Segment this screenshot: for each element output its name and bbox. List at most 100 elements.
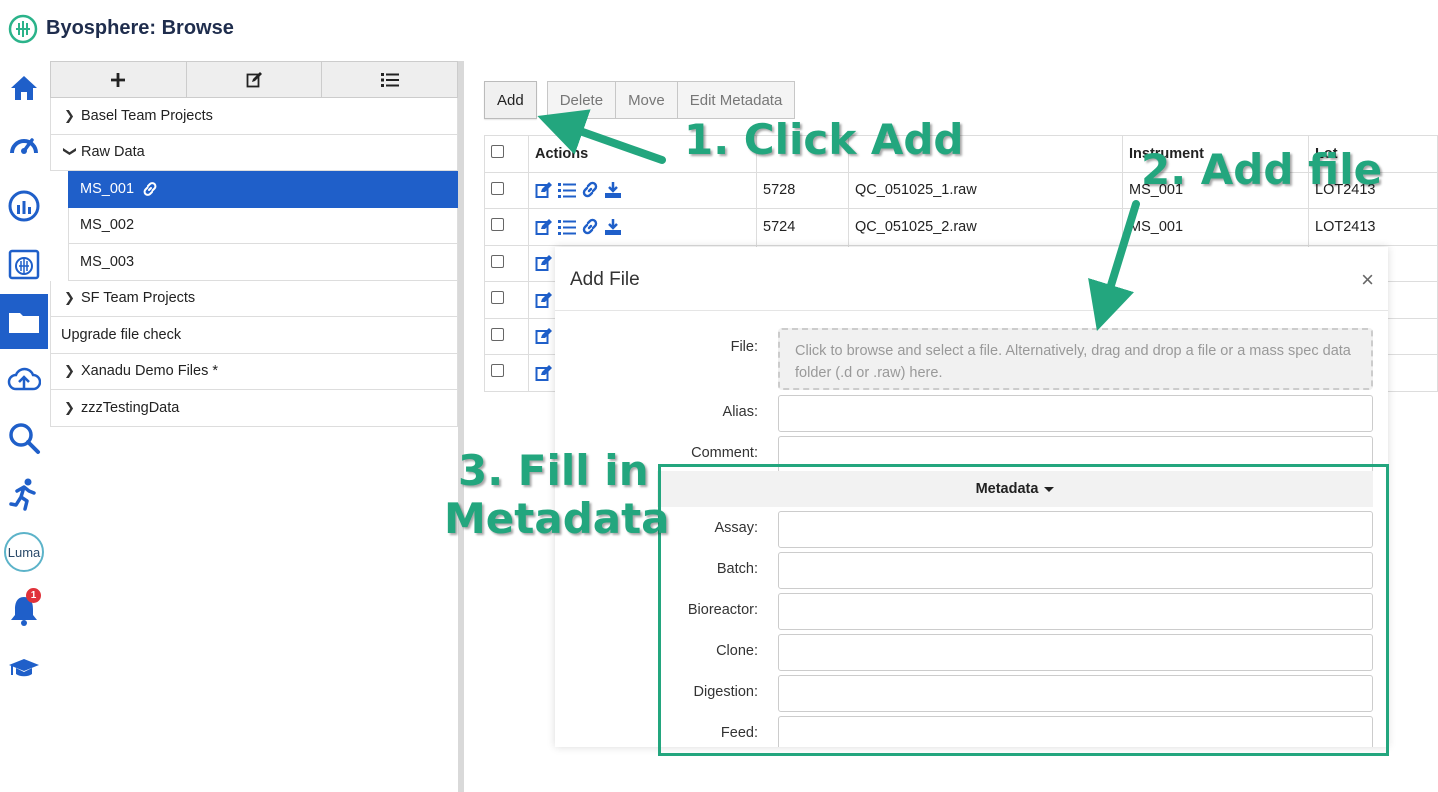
link-icon[interactable] xyxy=(581,218,599,236)
nav-learning[interactable] xyxy=(0,640,48,696)
row-checkbox[interactable] xyxy=(491,364,504,378)
tree-item-label: SF Team Projects xyxy=(81,290,196,307)
tree-list-button[interactable] xyxy=(322,62,458,97)
row-checkbox[interactable] xyxy=(491,218,504,232)
modal-title: Add File xyxy=(570,269,640,290)
download-icon[interactable] xyxy=(604,218,622,236)
nav-search[interactable] xyxy=(0,410,48,466)
row-actions xyxy=(535,218,750,236)
select-all-checkbox[interactable] xyxy=(491,145,504,159)
link-icon[interactable] xyxy=(581,181,599,199)
edit-icon[interactable] xyxy=(535,291,553,309)
nav-upload[interactable] xyxy=(0,352,48,408)
tree-toolbar xyxy=(50,61,458,98)
tree-item-sf-team-projects[interactable]: ❯ SF Team Projects xyxy=(50,280,458,317)
step-3-annotation-line2: Metadata xyxy=(444,494,670,543)
tree-item-ms-001[interactable]: MS_001 xyxy=(68,171,458,208)
byosphere-logo-icon xyxy=(8,14,38,44)
chevron-right-icon: ❯ xyxy=(64,107,75,123)
panel-splitter[interactable] xyxy=(458,61,464,792)
edit-metadata-button[interactable]: Edit Metadata xyxy=(676,81,796,119)
step-1-annotation: 1. Click Add xyxy=(684,115,964,164)
edit-icon[interactable] xyxy=(535,218,553,236)
row-instrument: MS_001 xyxy=(1122,208,1309,246)
app-header: Byosphere: Browse xyxy=(0,0,1438,58)
tree-item-label: zzzTestingData xyxy=(81,399,180,416)
nav-home[interactable] xyxy=(0,60,48,116)
modal-header: Add File × xyxy=(555,247,1388,311)
tree-item-raw-data[interactable]: ❯ Raw Data xyxy=(50,134,458,171)
tree-item-basel-team-projects[interactable]: ❯ Basel Team Projects xyxy=(50,98,458,135)
row-checkbox[interactable] xyxy=(491,327,504,341)
row-id: 5728 xyxy=(756,171,849,209)
step-2-annotation: 2. Add file xyxy=(1141,145,1383,194)
nav-dashboard[interactable] xyxy=(0,118,48,174)
tree-item-label: MS_002 xyxy=(80,217,135,234)
tree-item-ms-002[interactable]: MS_002 xyxy=(68,207,458,244)
cloud-upload-icon xyxy=(7,367,41,391)
tree-item-upgrade-file-check[interactable]: Upgrade file check xyxy=(50,317,458,354)
chevron-down-icon: ❯ xyxy=(63,146,78,158)
row-checkbox[interactable] xyxy=(491,291,504,305)
running-icon xyxy=(9,478,36,511)
delete-button[interactable]: Delete xyxy=(546,81,616,119)
edit-icon[interactable] xyxy=(535,181,553,199)
row-select-cell xyxy=(484,208,529,246)
tree-edit-button[interactable] xyxy=(186,62,323,97)
edit-icon[interactable] xyxy=(535,327,553,345)
download-icon[interactable] xyxy=(604,181,622,199)
tree-item-zzz-testing-data[interactable]: ❯ zzzTestingData xyxy=(50,390,458,427)
add-button[interactable]: Add xyxy=(484,81,537,119)
move-button[interactable]: Move xyxy=(615,81,677,119)
tree-item-label: Basel Team Projects xyxy=(81,107,213,124)
nav-browse[interactable] xyxy=(0,294,48,349)
edit-icon xyxy=(246,72,262,88)
nav-analytics[interactable] xyxy=(0,178,48,234)
plus-icon xyxy=(111,72,126,87)
row-select-cell xyxy=(484,281,529,319)
edit-icon[interactable] xyxy=(535,254,553,272)
tree-add-button[interactable] xyxy=(51,62,187,97)
close-icon[interactable]: × xyxy=(1361,267,1374,293)
tree-item-ms-003[interactable]: MS_003 xyxy=(68,244,458,281)
row-checkbox[interactable] xyxy=(491,181,504,195)
table-row[interactable]: 5724 QC_051025_2.raw MS_001 LOT2413 xyxy=(484,208,1438,246)
tree-item-label: MS_003 xyxy=(80,253,135,270)
home-icon xyxy=(11,76,37,100)
file-toolbar: Add Delete Move Edit Metadata xyxy=(484,81,796,119)
list-icon[interactable] xyxy=(558,181,576,199)
row-select-cell xyxy=(484,354,529,392)
file-action-group: Delete Move Edit Metadata xyxy=(546,81,796,119)
edit-icon[interactable] xyxy=(535,364,553,382)
graduation-cap-icon xyxy=(9,659,39,677)
comment-label: Comment: xyxy=(691,445,758,461)
row-checkbox[interactable] xyxy=(491,254,504,268)
row-lot: LOT2413 xyxy=(1308,208,1438,246)
tree-item-label: Raw Data xyxy=(81,144,145,161)
tree-item-label: MS_001 xyxy=(80,180,135,197)
row-actions-cell xyxy=(528,171,757,209)
app-title: Byosphere: Browse xyxy=(46,17,234,39)
nav-app[interactable] xyxy=(0,236,48,292)
row-select-cell xyxy=(484,171,529,209)
folder-icon xyxy=(9,312,39,333)
nav-notifications[interactable]: 1 xyxy=(0,582,48,638)
nav-luma[interactable]: Luma xyxy=(0,524,48,580)
alias-input[interactable] xyxy=(778,395,1373,432)
tree-item-label: Upgrade file check xyxy=(61,326,182,343)
row-name: QC_051025_1.raw xyxy=(848,171,1123,209)
row-actions xyxy=(535,181,750,199)
folder-tree-panel: ❯ Basel Team Projects ❯ Raw Data MS_001 … xyxy=(50,61,458,792)
list-icon[interactable] xyxy=(558,218,576,236)
search-icon xyxy=(9,423,40,454)
luma-icon: Luma xyxy=(4,532,44,572)
file-dropzone[interactable]: Click to browse and select a file. Alter… xyxy=(778,328,1373,390)
tree-item-label: Xanadu Demo Files * xyxy=(81,363,219,380)
step-3-annotation-line1: 3. Fill in xyxy=(458,446,649,495)
row-select-cell xyxy=(484,244,529,282)
dashboard-icon xyxy=(10,138,38,154)
nav-runs[interactable] xyxy=(0,466,48,522)
tree-item-xanadu-demo-files[interactable]: ❯ Xanadu Demo Files * xyxy=(50,353,458,390)
list-icon xyxy=(380,72,399,87)
row-actions-cell xyxy=(528,208,757,246)
